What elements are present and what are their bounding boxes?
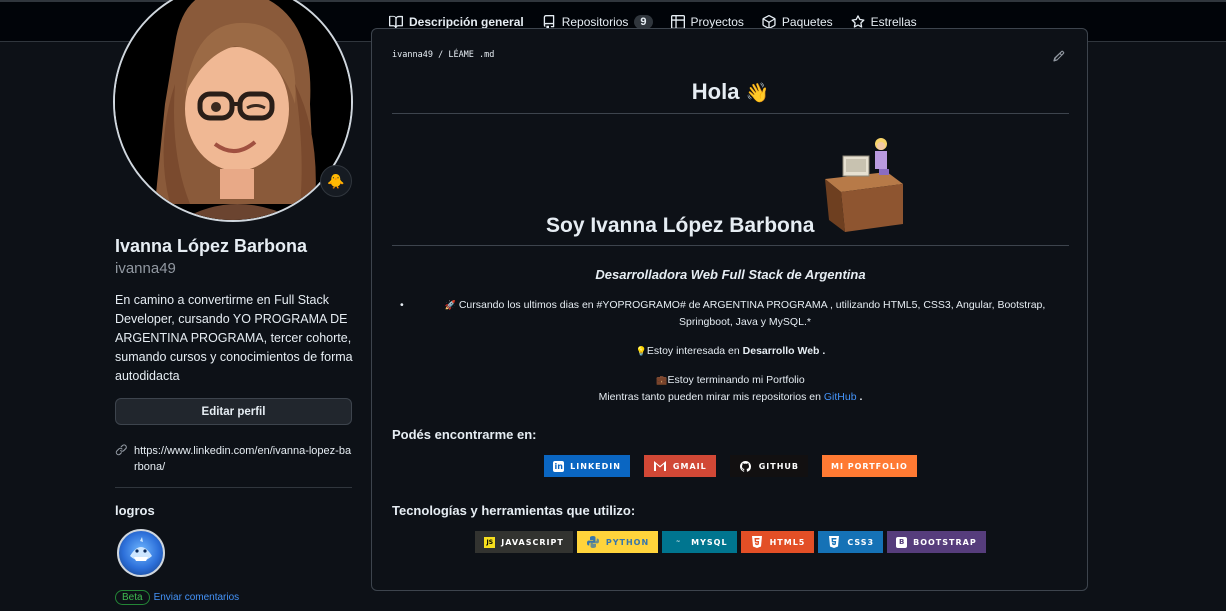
readme-path-user[interactable]: ivanna49 bbox=[392, 50, 433, 60]
bootstrap-badge[interactable]: B BOOTSTRAP bbox=[887, 531, 986, 553]
bullet-text: Cursando los ultimos dias en #YOPROGRAMO… bbox=[458, 299, 1046, 328]
tab-packages-label: Paquetes bbox=[781, 15, 833, 29]
wave-emoji: 👋 bbox=[745, 83, 770, 104]
book-icon bbox=[389, 15, 403, 29]
avatar-illustration bbox=[115, 0, 351, 220]
portfolio-text: Estoy terminando mi Portfolio bbox=[667, 374, 805, 386]
interest-suffix: . bbox=[822, 345, 826, 357]
readme-panel: ivanna49 / LÉAME .md Hola 👋 Soy Ivanna L… bbox=[371, 28, 1088, 591]
star-icon bbox=[851, 15, 865, 29]
readme-path: ivanna49 / LÉAME .md bbox=[392, 50, 494, 60]
profile-name: Ivanna López Barbona bbox=[115, 236, 308, 256]
repos-line: Mientras tanto pueden mirar mis reposito… bbox=[372, 391, 1089, 403]
linkedin-badge[interactable]: in LINKEDIN bbox=[544, 455, 630, 477]
bullet-dot: • bbox=[400, 299, 404, 311]
github-icon bbox=[739, 459, 753, 473]
tab-stars-label: Estrellas bbox=[870, 15, 917, 29]
github-badge[interactable]: GITHUB bbox=[729, 455, 809, 477]
beta-label: Beta bbox=[115, 590, 150, 605]
achievement-badge[interactable] bbox=[117, 529, 165, 577]
javascript-badge-label: JAVASCRIPT bbox=[501, 537, 564, 547]
portfolio-badge-label: MI PORTFOLIO bbox=[831, 461, 908, 471]
repos-suffix: . bbox=[859, 391, 863, 403]
python-badge-label: PYTHON bbox=[605, 537, 650, 547]
css3-badge[interactable]: CSS3 bbox=[818, 531, 884, 553]
interest-bold: Desarrollo Web bbox=[742, 345, 820, 357]
tab-repositories-label: Repositorios bbox=[561, 15, 629, 29]
mysql-badge-label: MYSQL bbox=[691, 537, 728, 547]
feedback-row: Beta Enviar comentarios bbox=[115, 590, 239, 605]
portfolio-badge[interactable]: MI PORTFOLIO bbox=[822, 455, 917, 477]
html5-icon bbox=[750, 535, 764, 549]
readme-path-separator: / bbox=[438, 50, 444, 60]
css3-icon bbox=[827, 535, 841, 549]
gmail-badge[interactable]: GMAIL bbox=[643, 455, 716, 477]
linkedin-icon: in bbox=[553, 460, 565, 472]
readme-title-text: Hola bbox=[691, 79, 740, 104]
linkedin-badge-label: LINKEDIN bbox=[570, 461, 621, 471]
rocket-emoji: 🚀 bbox=[444, 300, 456, 310]
github-badge-label: GITHUB bbox=[758, 461, 800, 471]
python-icon bbox=[586, 535, 600, 549]
javascript-badge[interactable]: JS JAVASCRIPT bbox=[475, 531, 573, 553]
profile-bio: En camino a convertirme en Full Stack De… bbox=[115, 293, 353, 383]
html5-badge[interactable]: HTML5 bbox=[740, 531, 815, 553]
heading-divider bbox=[392, 245, 1069, 246]
contact-badges: in LINKEDIN GMAIL GITHUB MI PORTFOLIO bbox=[372, 455, 1089, 477]
portfolio-line: 💼Estoy terminando mi Portfolio bbox=[372, 374, 1089, 386]
send-feedback-link[interactable]: Enviar comentarios bbox=[154, 592, 240, 603]
repo-icon bbox=[542, 15, 556, 29]
bootstrap-badge-label: BOOTSTRAP bbox=[913, 537, 977, 547]
bootstrap-icon: B bbox=[896, 536, 908, 548]
lightbulb-emoji: 💡 bbox=[635, 346, 647, 356]
mysql-badge[interactable]: ~ MYSQL bbox=[662, 531, 737, 553]
avatar[interactable] bbox=[113, 0, 353, 222]
interest-line: 💡Estoy interesada en Desarrollo Web . bbox=[372, 345, 1089, 357]
html5-badge-label: HTML5 bbox=[769, 537, 806, 547]
readme-title: Hola 👋 bbox=[372, 79, 1089, 105]
achievements-title: logros bbox=[115, 503, 155, 518]
link-icon bbox=[115, 444, 128, 475]
readme-heading: Soy Ivanna López Barbona bbox=[546, 214, 815, 237]
interest-prefix: Estoy interesada en bbox=[646, 345, 740, 357]
profile-link-row: https://www.linkedin.com/en/ivanna-lopez… bbox=[115, 443, 355, 475]
gmail-icon bbox=[653, 459, 667, 473]
profile-login: ivanna49 bbox=[115, 260, 176, 277]
mysql-icon: ~ bbox=[676, 539, 681, 545]
repo-count-badge: 9 bbox=[634, 15, 653, 29]
status-emoji: 🐥 bbox=[327, 172, 345, 189]
readme-subtitle: Desarrolladora Web Full Stack de Argenti… bbox=[595, 267, 866, 282]
readme-path-file: LÉAME .md bbox=[448, 50, 495, 60]
title-divider bbox=[392, 113, 1069, 114]
briefcase-emoji: 💼 bbox=[656, 375, 668, 385]
profile-website-link[interactable]: https://www.linkedin.com/en/ivanna-lopez… bbox=[134, 443, 354, 475]
tech-badges: JS JAVASCRIPT PYTHON ~ MYSQL HTML5 CSS3 bbox=[372, 531, 1089, 553]
tab-projects-label: Proyectos bbox=[690, 15, 744, 29]
status-emoji-button[interactable]: 🐥 bbox=[320, 165, 352, 197]
package-icon bbox=[762, 15, 776, 29]
list-item: • 🚀 Cursando los ultimos dias en #YOPROG… bbox=[400, 297, 1060, 331]
desk-animation-illustration bbox=[817, 134, 907, 234]
sidebar-divider bbox=[115, 487, 352, 488]
python-badge[interactable]: PYTHON bbox=[576, 531, 659, 553]
css3-badge-label: CSS3 bbox=[847, 537, 875, 547]
tab-overview-label: Descripción general bbox=[409, 15, 524, 29]
github-link[interactable]: GitHub bbox=[824, 391, 857, 403]
edit-readme-pencil-icon[interactable] bbox=[1053, 49, 1067, 63]
repos-prefix: Mientras tanto pueden mirar mis reposito… bbox=[598, 391, 821, 403]
table-icon bbox=[670, 15, 685, 29]
shark-icon bbox=[130, 537, 152, 561]
edit-profile-button[interactable]: Editar perfil bbox=[115, 398, 352, 425]
js-icon: JS bbox=[484, 536, 496, 548]
tech-heading: Tecnologías y herramientas que utilizo: bbox=[392, 503, 636, 518]
gmail-badge-label: GMAIL bbox=[672, 461, 707, 471]
find-me-heading: Podés encontrarme en: bbox=[392, 427, 537, 442]
